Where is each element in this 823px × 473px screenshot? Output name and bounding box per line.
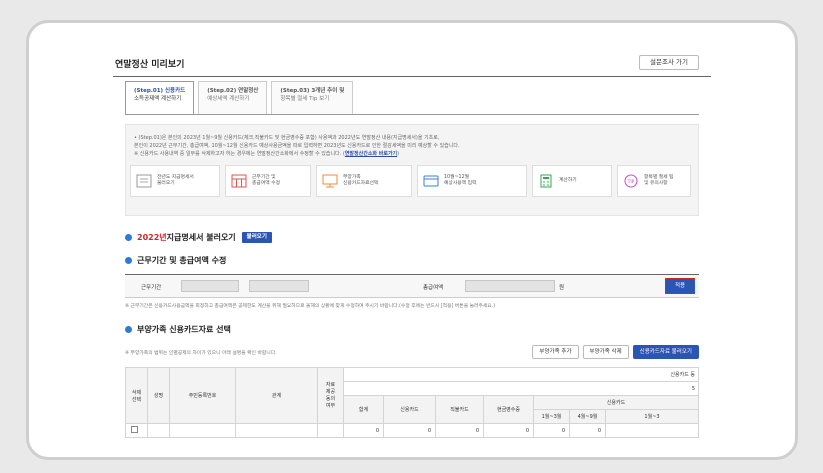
section-year: 2022년 [137, 233, 167, 242]
work-period-end-input[interactable] [249, 280, 309, 292]
apply-button[interactable]: 적용 [665, 278, 695, 294]
cell-check: 0 [435, 423, 484, 438]
total-salary-label: 총급여액 [423, 285, 444, 291]
work-period-form: 근무기간 총급여액 원 적용 [125, 274, 699, 298]
col-rrn: 주민등록번호 [169, 367, 236, 424]
work-period-label: 근무기간 [141, 285, 162, 291]
tab-step-03[interactable]: (Step.03) 3개년 추이 및 항목별 절세 Tip 보기 [271, 81, 354, 115]
step-label-2: 총급여액 수정 [252, 181, 281, 186]
monitor-icon [322, 174, 338, 188]
notice-line-2: 본인이 2022년 근무기간, 총급여액, 10월~12월 신용카드 예상사용금… [134, 143, 460, 149]
window-frame: 연말정산 미리보기 설문조사 가기 (Step.01) 신용카드 소득공제액 계… [26, 20, 798, 460]
step-family-card[interactable]: 부양가족 신용카드자료선택 [316, 165, 412, 197]
col-jan-x: 1월~3 [605, 409, 699, 424]
page-title: 연말정산 미리보기 [115, 60, 185, 70]
tab-step-02[interactable]: (Step.02) 연말정산 예상세액 계산하기 [198, 81, 268, 115]
family-card-table: 삭제 선택 성명 주민등록번호 관계 자료 제공 동의 여부 신용카드 등 5 … [125, 367, 699, 438]
cell-total: 0 [343, 423, 384, 438]
col-select: 삭제 선택 [125, 367, 148, 424]
step-label-2: 불러오기 [157, 181, 175, 186]
step-expected-usage[interactable]: 10월~12월 예상사용액 입력 [417, 165, 527, 197]
section-load-statement: 2022년 지급명세서 불러오기 불러오기 [125, 232, 272, 243]
col-jan-mar: 1월~3월 [533, 409, 570, 424]
col-credit-group: 신용카드 등 [343, 367, 699, 382]
section-title: 부양가족 신용카드자료 선택 [137, 325, 231, 334]
col-apr-sep: 4월~9월 [569, 409, 606, 424]
col-total: 합계 [343, 395, 384, 424]
notice-box: • (Step.01)은 본인의 2023년 1월~9월 신용카드(체크,직불카… [125, 124, 699, 216]
tab-step-label: (Step.01) 신용카드 [134, 88, 186, 94]
load-card-data-button[interactable]: 신용카드자료 불러오기 [632, 345, 699, 359]
section-title: 지급명세서 불러오기 [166, 233, 236, 242]
bullet-icon [125, 326, 132, 333]
section-family-card: 부양가족 신용카드자료 선택 [125, 324, 231, 335]
step-label-2: 및 유의사항 [644, 181, 668, 186]
total-salary-input[interactable] [465, 280, 555, 292]
section-title: 근무기간 및 총급여액 수정 [137, 256, 227, 265]
won-unit: 원 [559, 285, 565, 291]
tab-step-label: (Step.03) 3개년 추이 및 [280, 88, 345, 94]
table-row: 0 0 0 0 0 0 [125, 423, 699, 438]
document-icon [136, 174, 152, 188]
step-tabs: (Step.01) 신용카드 소득공제액 계산하기 (Step.02) 연말정산… [125, 81, 357, 115]
work-period-start-input[interactable] [181, 280, 239, 292]
add-family-button[interactable]: 부양가족 추가 [532, 345, 579, 359]
title-row: 연말정산 미리보기 설문조사 가기 [113, 55, 711, 77]
delete-family-button[interactable]: 부양가족 삭제 [582, 345, 629, 359]
card-icon [423, 175, 439, 187]
work-period-hint: ※ 근무기간은 신용카드사용금액을 회정하고 총급여액은 공제한도 계산을 위해… [125, 304, 496, 309]
cell-credit: 0 [383, 423, 436, 438]
cell-cash: 0 [483, 423, 534, 438]
tip-icon: TIP [624, 174, 638, 188]
family-buttons: 부양가족 추가 부양가족 삭제 신용카드자료 불러오기 [528, 345, 699, 359]
step-label-1: 계산하기 [559, 177, 577, 183]
col-check: 직불카드 [435, 395, 484, 424]
tab-step-label: (Step.02) 연말정산 [207, 88, 259, 94]
col-relation: 관계 [235, 367, 318, 424]
tab-step-01[interactable]: (Step.01) 신용카드 소득공제액 계산하기 [125, 81, 195, 115]
step-calculate[interactable]: 계산하기 [532, 165, 612, 197]
col-consent: 자료 제공 동의 여부 [317, 367, 344, 424]
cell-apr-sep: 0 [569, 423, 606, 438]
bullet-icon [125, 234, 132, 241]
notice-line-3: ※ 신용카드 사용내역 중 일부를 삭제하고자 하는 경우에는 연말정산간소화에… [134, 150, 399, 157]
calculator-icon [540, 174, 552, 188]
step-edit-period[interactable]: 근무기간 및 총급여액 수정 [225, 165, 311, 197]
tab-label: 항목별 절세 Tip 보기 [280, 96, 330, 102]
col-five: 5 [343, 381, 699, 396]
page-content: 연말정산 미리보기 설문조사 가기 (Step.01) 신용카드 소득공제액 계… [113, 51, 711, 457]
step-label-2: 신용카드자료선택 [343, 181, 379, 186]
step-load-statement[interactable]: 전년도 지급명세서 불러오기 [130, 165, 220, 197]
family-hint: ※ 부양가족의 범위는 인별공제의 차이가 있으니 아래 설명을 확인 바랍니다… [125, 351, 277, 356]
notice-line-1: • (Step.01)은 본인의 2023년 1월~9월 신용카드(체크,직불카… [134, 135, 440, 141]
simplified-link[interactable]: 연말정산간소화 바로가기 [345, 151, 397, 157]
row-checkbox[interactable] [131, 426, 138, 433]
step-tips[interactable]: TIP 항목별 절세 팁및 유의사항 [617, 165, 691, 197]
col-credit: 신용카드 [383, 395, 436, 424]
notice-line-3-end: ) [397, 151, 400, 157]
section-edit-period: 근무기간 및 총급여액 수정 [125, 255, 226, 266]
tab-label: 소득공제액 계산하기 [134, 96, 182, 102]
col-cash: 현금영수증 [483, 395, 534, 424]
col-name: 성명 [147, 367, 170, 424]
svg-text:TIP: TIP [627, 179, 635, 185]
tab-label: 예상세액 계산하기 [207, 96, 250, 102]
calendar-icon [231, 174, 247, 188]
notice-line-3-text: ※ 신용카드 사용내역 중 일부를 삭제하고자 하는 경우에는 연말정산간소화에… [134, 151, 345, 157]
step-label-2: 예상사용액 입력 [444, 181, 477, 186]
bullet-icon [125, 257, 132, 264]
survey-button[interactable]: 설문조사 가기 [639, 55, 699, 70]
col-credit-sub: 신용카드 [533, 395, 699, 410]
tab-divider [125, 114, 699, 115]
process-steps: 전년도 지급명세서 불러오기 근무기간 및 총급여액 수정 부양가족 신용카드자료선택… [130, 165, 696, 197]
cell-jan-mar: 0 [533, 423, 570, 438]
load-statement-button[interactable]: 불러오기 [241, 232, 272, 243]
